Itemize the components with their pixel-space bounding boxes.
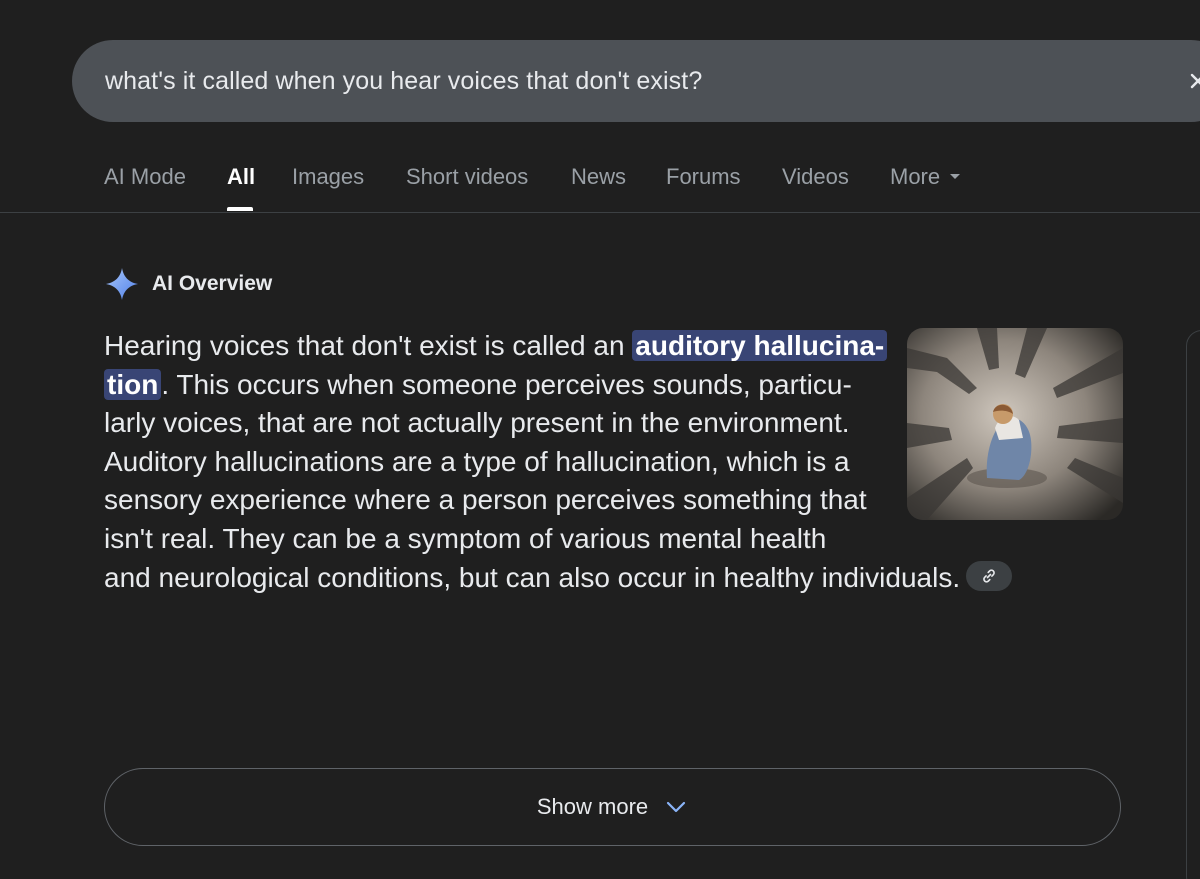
overview-line: larly voices, that are not actually pres…	[104, 407, 850, 439]
show-more-button[interactable]: Show more	[104, 768, 1121, 846]
overview-text-segment: Hearing voices that don't exist is calle…	[104, 330, 633, 361]
search-results-page: what's it called when you hear voices th…	[0, 0, 1200, 879]
overview-line: Hearing voices that don't exist is calle…	[104, 327, 904, 366]
active-tab-indicator	[227, 207, 253, 211]
tab-images[interactable]: Images	[292, 164, 364, 190]
overview-line: sensory experience where a person percei…	[104, 484, 867, 516]
ai-overview-header: AI Overview	[104, 266, 272, 302]
close-icon[interactable]	[1184, 67, 1200, 95]
search-tabs: AI Mode All Images Short videos News For…	[0, 150, 1200, 213]
sparkle-icon	[106, 268, 138, 300]
side-panel-edge	[1186, 330, 1200, 879]
tab-more[interactable]: More	[890, 164, 961, 190]
tab-news[interactable]: News	[571, 164, 626, 190]
overview-text-segment: and neurological conditions, but can als…	[104, 561, 961, 593]
source-link-chip[interactable]	[966, 561, 1013, 592]
search-input[interactable]: what's it called when you hear voices th…	[105, 67, 702, 96]
ai-overview-title: AI Overview	[152, 272, 273, 295]
overview-line: and neurological conditions, but can als…	[104, 559, 1013, 598]
highlighted-term[interactable]: auditory hallucina-	[632, 330, 888, 361]
show-more-label: Show more	[536, 794, 649, 819]
tab-more-label: More	[890, 164, 941, 189]
overview-line: tion. This occurs when someone perceives…	[104, 366, 904, 405]
tab-short-videos[interactable]: Short videos	[406, 164, 528, 190]
chevron-down-icon	[667, 801, 686, 813]
overview-text-segment: . This occurs when someone perceives sou…	[161, 368, 852, 400]
tab-forums[interactable]: Forums	[666, 164, 741, 190]
search-box[interactable]: what's it called when you hear voices th…	[72, 40, 1200, 122]
overview-line: Auditory hallucinations are a type of ha…	[104, 445, 850, 477]
highlighted-term[interactable]: tion	[104, 368, 162, 400]
overview-line: isn't real. They can be a symptom of var…	[104, 522, 827, 554]
link-icon	[983, 569, 995, 583]
overview-image[interactable]	[907, 328, 1123, 520]
caret-down-icon	[950, 173, 961, 179]
tab-ai-mode[interactable]: AI Mode	[104, 164, 186, 190]
tab-all[interactable]: All	[227, 164, 255, 190]
tab-videos[interactable]: Videos	[782, 164, 849, 190]
ai-overview-text: Hearing voices that don't exist is calle…	[104, 327, 1013, 598]
